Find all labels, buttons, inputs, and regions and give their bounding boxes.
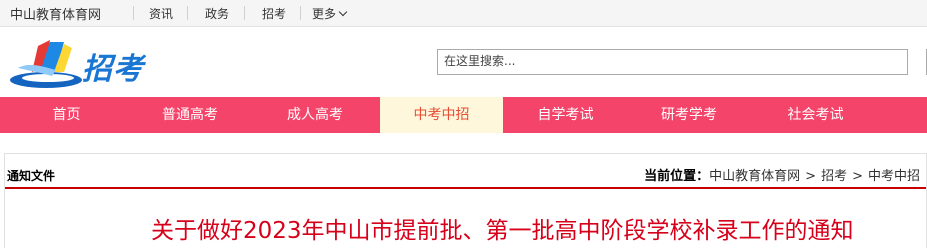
nav-item-postgrad[interactable]: 研考学考 <box>626 97 752 133</box>
breadcrumb-link-exam[interactable]: 招考 <box>821 169 847 184</box>
section-title: 通知文件 <box>7 169 56 183</box>
divider <box>187 6 188 20</box>
breadcrumb-label: 当前位置： <box>644 169 710 184</box>
nav-item-home[interactable]: 首页 <box>0 97 133 133</box>
breadcrumb: 当前位置：中山教育体育网 > 招考 > 中考中招 <box>644 165 920 184</box>
nav-item-adult-exam[interactable]: 成人高考 <box>250 97 380 133</box>
main-nav: 首页 普通高考 成人高考 中考中招 自学考试 研考学考 社会考试 <box>0 97 927 133</box>
article-title: 关于做好2023年中山市提前批、第一批高中阶段学校补录工作的通知 <box>151 218 854 244</box>
breadcrumb-link-zhongkao[interactable]: 中考中招 <box>868 169 920 184</box>
search-box <box>437 49 927 75</box>
breadcrumb-separator: > <box>805 169 817 184</box>
more-label: 更多 <box>312 7 337 21</box>
nav-item-gaokao[interactable]: 普通高考 <box>125 97 255 133</box>
nav-item-zhongkao[interactable]: 中考中招 <box>380 97 503 133</box>
top-link-exam[interactable]: 招考 <box>262 5 286 22</box>
breadcrumb-separator: > <box>852 169 863 184</box>
search-button[interactable] <box>907 49 926 75</box>
more-menu[interactable]: 更多 <box>312 5 348 22</box>
site-name-link[interactable]: 中山教育体育网 <box>10 4 101 23</box>
nav-item-social-exam[interactable]: 社会考试 <box>752 97 879 133</box>
search-input[interactable] <box>438 50 920 72</box>
logo-text: 招考 <box>82 52 144 87</box>
divider <box>133 6 134 20</box>
breadcrumb-link-home[interactable]: 中山教育体育网 <box>709 169 800 184</box>
top-link-affairs[interactable]: 政务 <box>205 5 229 22</box>
divider <box>300 6 301 20</box>
top-bar: 中山教育体育网 资讯 政务 招考 更多 <box>0 0 927 27</box>
chevron-down-icon <box>338 7 348 17</box>
panel-header: 通知文件 当前位置：中山教育体育网 > 招考 > 中考中招 <box>5 154 926 189</box>
top-link-news[interactable]: 资讯 <box>149 5 173 22</box>
divider <box>244 6 245 20</box>
nav-item-self-study[interactable]: 自学考试 <box>503 97 628 133</box>
